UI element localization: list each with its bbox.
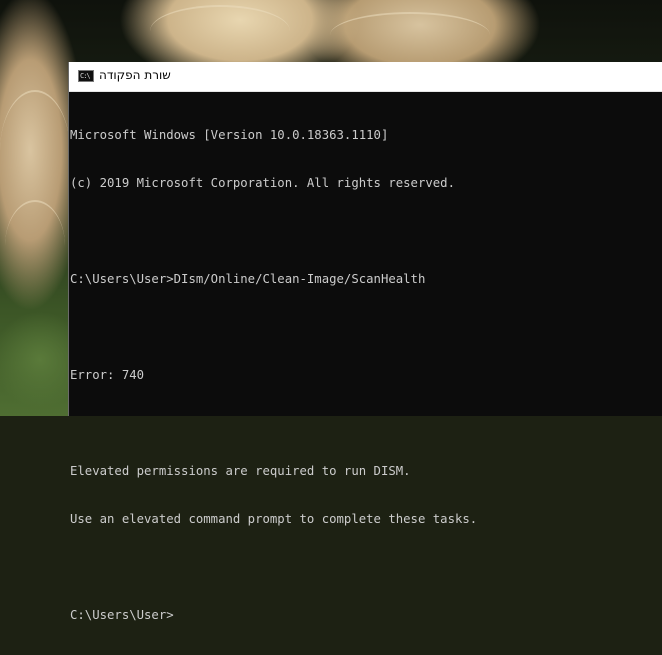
wallpaper-detail <box>5 200 65 292</box>
wallpaper-detail <box>0 90 70 212</box>
cmd-icon: C:\ <box>78 70 94 82</box>
console-line: Error: 740 <box>70 368 145 382</box>
cmd-icon-glyph: C:\ <box>80 72 91 80</box>
title-bar[interactable]: C:\ שורת הפקודה <box>69 62 662 92</box>
console-line: Use an elevated command prompt to comple… <box>70 512 478 526</box>
console-line: Microsoft Windows [Version 10.0.18363.11… <box>70 128 389 142</box>
command-prompt-line[interactable]: C:\Users\User> <box>70 607 662 623</box>
console-line: C:\Users\User>DIsm/Online/Clean-Image/Sc… <box>70 272 426 286</box>
console-line: (c) 2019 Microsoft Corporation. All righ… <box>70 176 455 190</box>
command-prompt-window[interactable]: C:\ שורת הפקודה Microsoft Windows [Versi… <box>68 62 662 622</box>
console-output[interactable]: Microsoft Windows [Version 10.0.18363.11… <box>69 92 662 655</box>
window-title: שורת הפקודה <box>99 68 171 82</box>
console-line: Elevated permissions are required to run… <box>70 464 411 478</box>
wallpaper-detail <box>150 5 290 57</box>
wallpaper-detail <box>330 12 490 58</box>
